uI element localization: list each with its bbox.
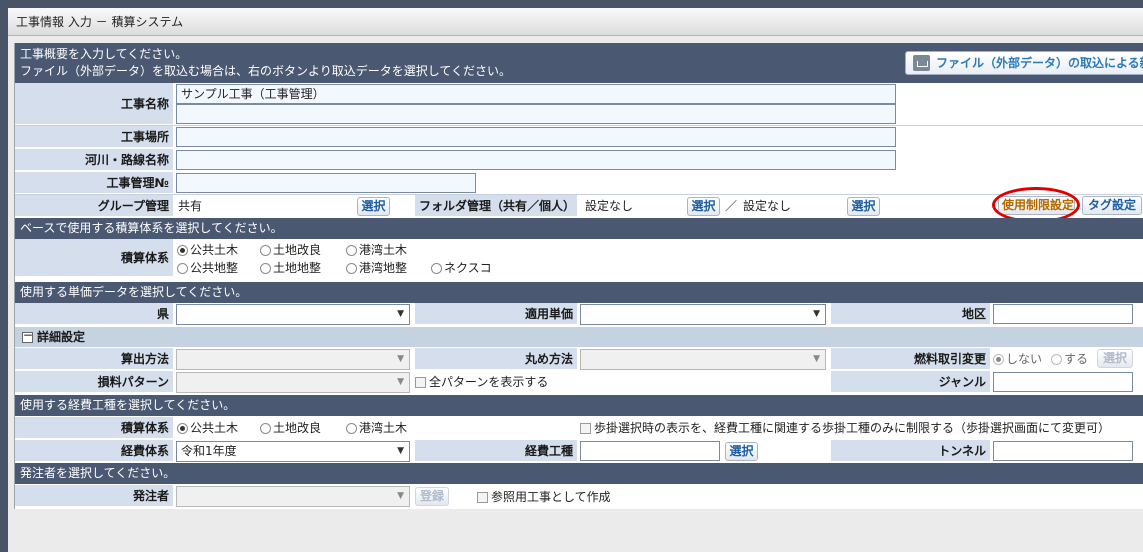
expense-category-system-select[interactable]: 令和1年度 ▼: [176, 441, 410, 462]
reference-project-checkbox[interactable]: 参照用工事として作成: [477, 490, 611, 504]
chevron-down-icon: ▼: [397, 354, 404, 364]
radio-icon: [177, 262, 188, 274]
apply-price-label: 適用単価: [415, 303, 578, 325]
group-value: 共有: [178, 199, 203, 213]
orderer-header: 発注者を選択してください。: [15, 463, 1143, 484]
system-option-nexco[interactable]: ネクスコ: [431, 261, 492, 275]
radio-checked-icon: [177, 244, 188, 256]
expense-option-kowan-doboku[interactable]: 港湾土木: [346, 421, 407, 435]
loss-pattern-label: 損料パターン: [15, 371, 174, 393]
checkbox-icon: [415, 376, 426, 388]
expense-type-input[interactable]: [580, 441, 720, 461]
expense-option-kokyo-doboku[interactable]: 公共土木: [177, 421, 238, 435]
expense-system-label: 積算体系: [15, 417, 174, 439]
chevron-down-icon: ▼: [813, 354, 820, 364]
folder-value-1: 設定なし: [585, 199, 634, 213]
chevron-down-icon: ▼: [397, 309, 404, 319]
folder-select-button-1[interactable]: 選択: [687, 197, 720, 216]
radio-checked-icon: [993, 353, 1004, 365]
management-no-input[interactable]: [176, 173, 476, 193]
folder-select-button-2[interactable]: 選択: [847, 197, 880, 216]
main-form: 工事概要を入力してください。 ファイル（外部データ）を取込む場合は、右のボタンよ…: [14, 43, 1143, 509]
import-file-button[interactable]: ファイル（外部データ）の取込による新規作成: [905, 51, 1143, 75]
system-label: 積算体系: [15, 239, 174, 277]
system-option-tochi-kairyo[interactable]: 土地改良: [260, 243, 321, 257]
radio-checked-icon: [177, 422, 188, 434]
radio-icon: [1051, 353, 1062, 365]
system-option-kokyo-chisei[interactable]: 公共地整: [177, 261, 238, 275]
folder-management-label: フォルダ管理（共有／個人）: [415, 195, 578, 217]
group-select-button[interactable]: 選択: [357, 197, 390, 216]
river-route-label: 河川・路線名称: [15, 149, 174, 171]
radio-icon: [346, 244, 357, 256]
project-name-input[interactable]: サンプル工事（工事管理）: [176, 84, 896, 104]
orderer-label: 発注者: [15, 485, 174, 507]
radio-icon: [260, 244, 271, 256]
fuel-change-label: 燃料取引変更: [831, 348, 991, 370]
radio-icon: [346, 262, 357, 274]
row-divider: [15, 194, 1143, 195]
radio-icon: [431, 262, 442, 274]
chevron-down-icon: ▼: [397, 446, 404, 456]
calc-method-select[interactable]: ▼: [176, 349, 410, 370]
unit-header: 使用する単価データを選択してください。: [15, 282, 1143, 303]
radio-icon: [260, 262, 271, 274]
group-management-label: グループ管理: [15, 195, 174, 217]
calc-method-label: 算出方法: [15, 348, 174, 370]
project-place-input[interactable]: [176, 127, 896, 147]
project-place-label: 工事場所: [15, 126, 174, 148]
area-input[interactable]: [993, 304, 1133, 324]
expense-header: 使用する経費工種を選択してください。: [15, 395, 1143, 416]
area-label: 地区: [831, 303, 991, 325]
system-option-kowan-chisei[interactable]: 港湾地整: [346, 261, 407, 275]
tunnel-input[interactable]: [993, 441, 1133, 461]
project-name-label: 工事名称: [15, 83, 174, 125]
fuel-option-yes[interactable]: する: [1051, 352, 1088, 366]
expense-type-label: 経費工種: [415, 440, 578, 462]
checkbox-icon: [477, 491, 488, 503]
folder-separator: ／: [725, 199, 738, 213]
expense-type-select-button[interactable]: 選択: [725, 442, 758, 461]
collapse-icon[interactable]: －: [22, 332, 33, 343]
checkbox-icon: [580, 422, 591, 434]
genre-label: ジャンル: [831, 371, 991, 393]
chevron-down-icon: ▼: [397, 377, 404, 387]
window-frame-top: [0, 0, 1143, 8]
prefecture-label: 県: [15, 303, 174, 325]
expense-option-tochi-kairyo[interactable]: 土地改良: [260, 421, 321, 435]
round-method-select[interactable]: ▼: [580, 349, 826, 370]
orderer-select[interactable]: ▼: [176, 486, 410, 507]
loss-pattern-select[interactable]: ▼: [176, 372, 410, 393]
row-divider: [15, 125, 1143, 126]
management-no-label: 工事管理№: [15, 172, 174, 194]
system-header: ベースで使用する積算体系を選択してください。: [15, 218, 1143, 239]
chevron-down-icon: ▼: [813, 309, 820, 319]
apply-price-select[interactable]: ▼: [580, 304, 826, 325]
orderer-register-button[interactable]: 登録: [415, 487, 449, 506]
prefecture-select[interactable]: ▼: [176, 304, 410, 325]
import-file-icon: [913, 55, 930, 71]
restrict-display-checkbox[interactable]: 歩掛選択時の表示を、経費工種に関連する歩掛工種のみに制限する（歩掛選択画面にて変…: [580, 421, 1110, 435]
show-all-patterns-checkbox[interactable]: 全パターンを表示する: [415, 375, 548, 389]
window-title: 工事情報 入力 － 積算システム: [8, 8, 1143, 36]
expense-category-system-label: 経費体系: [15, 440, 174, 462]
system-option-kokyo-doboku[interactable]: 公共土木: [177, 243, 238, 257]
radio-icon: [346, 422, 357, 434]
window-frame-left: [0, 0, 8, 552]
round-method-label: 丸め方法: [415, 348, 578, 370]
river-route-input[interactable]: [176, 150, 896, 170]
fuel-select-button[interactable]: 選択: [1097, 349, 1133, 368]
detail-settings-header[interactable]: － 詳細設定: [15, 327, 1143, 347]
genre-input[interactable]: [993, 372, 1133, 392]
system-option-tochi-chisei[interactable]: 土地地整: [260, 261, 321, 275]
tag-settings-button[interactable]: タグ設定: [1082, 196, 1142, 215]
project-name-input-2[interactable]: [176, 104, 896, 124]
system-option-kowan-doboku[interactable]: 港湾土木: [346, 243, 407, 257]
chevron-down-icon: ▼: [397, 491, 404, 501]
tunnel-label: トンネル: [831, 440, 991, 462]
radio-icon: [260, 422, 271, 434]
folder-value-2: 設定なし: [743, 199, 792, 213]
fuel-option-no[interactable]: しない: [993, 352, 1042, 366]
